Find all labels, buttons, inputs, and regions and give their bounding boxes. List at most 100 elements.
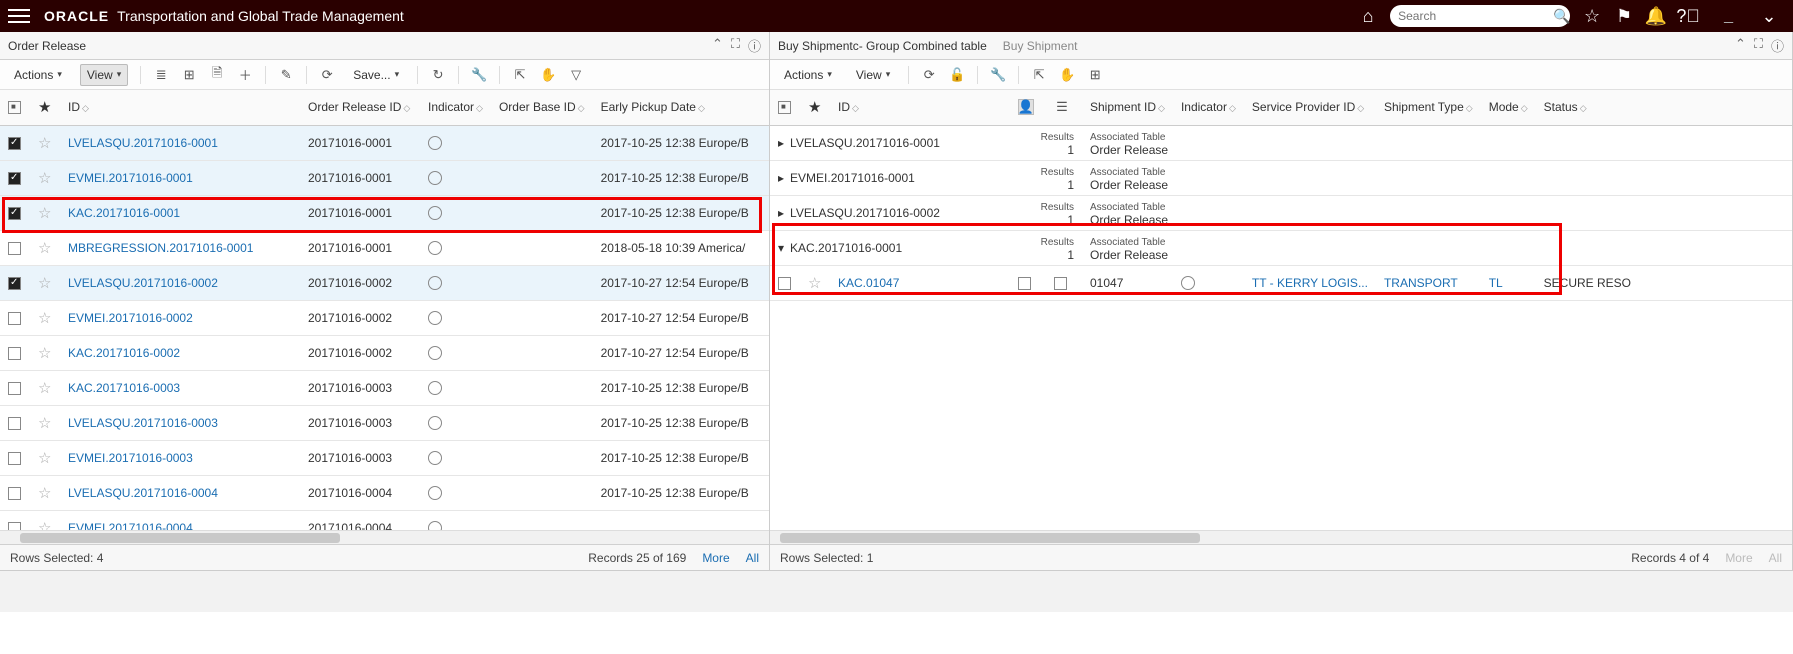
add-icon[interactable]: ＋ bbox=[237, 67, 253, 83]
info-icon[interactable]: ⓘ bbox=[1771, 36, 1784, 55]
table-row[interactable]: ☆KAC.20171016-000320171016-00032017-10-2… bbox=[0, 370, 769, 405]
select-all-checkbox[interactable] bbox=[778, 101, 791, 114]
favorite-icon[interactable]: ☆ bbox=[808, 275, 821, 292]
collapse-icon[interactable]: ⌃ bbox=[1735, 36, 1746, 55]
row-checkbox[interactable] bbox=[8, 487, 21, 500]
row-id-link[interactable]: LVELASQU.20171016-0003 bbox=[68, 416, 218, 430]
table-row[interactable]: ☆EVMEI.20171016-000220171016-00022017-10… bbox=[0, 300, 769, 335]
actions-menu[interactable]: Actions bbox=[8, 65, 68, 85]
expand-icon[interactable]: ▾ bbox=[778, 241, 784, 255]
detach-icon[interactable]: ⛶ bbox=[1754, 36, 1763, 55]
col-shipment-type[interactable]: Shipment Type◇ bbox=[1376, 90, 1481, 125]
table-row[interactable]: ☆LVELASQU.20171016-000320171016-00032017… bbox=[0, 405, 769, 440]
row-id-link[interactable]: LVELASQU.20171016-0001 bbox=[68, 136, 218, 150]
home-icon[interactable]: ⌂ bbox=[1356, 4, 1380, 28]
row-checkbox[interactable] bbox=[778, 277, 791, 290]
favorite-icon[interactable]: ☆ bbox=[38, 240, 51, 257]
row-id-link[interactable]: EVMEI.20171016-0001 bbox=[68, 171, 193, 185]
grid-icon[interactable]: ⊞ bbox=[1087, 67, 1103, 83]
col-indicator[interactable]: Indicator◇ bbox=[1173, 90, 1244, 125]
view-menu[interactable]: View bbox=[850, 65, 896, 85]
format-icon[interactable]: ≣ bbox=[153, 67, 169, 83]
table-row[interactable]: ☆KAC.0104701047TT - KERRY LOGIS...TRANSP… bbox=[770, 265, 1792, 300]
col-service-provider[interactable]: Service Provider ID◇ bbox=[1244, 90, 1376, 125]
favorites-icon[interactable]: ☆ bbox=[1580, 4, 1604, 28]
hand-icon[interactable]: ✋ bbox=[1059, 67, 1075, 83]
favorite-icon[interactable]: ☆ bbox=[38, 520, 51, 531]
row-id-link[interactable]: KAC.20171016-0002 bbox=[68, 346, 180, 360]
favorite-icon[interactable]: ☆ bbox=[38, 310, 51, 327]
col-mode[interactable]: Mode◇ bbox=[1481, 90, 1536, 125]
table-row[interactable]: ☆LVELASQU.20171016-000220171016-00022017… bbox=[0, 265, 769, 300]
favorite-icon[interactable]: ☆ bbox=[38, 450, 51, 467]
table-row[interactable]: ☆KAC.20171016-000220171016-00022017-10-2… bbox=[0, 335, 769, 370]
row-checkbox[interactable] bbox=[8, 172, 21, 185]
row-checkbox[interactable] bbox=[8, 347, 21, 360]
table-row[interactable]: ☆LVELASQU.20171016-000120171016-00012017… bbox=[0, 125, 769, 160]
group-row[interactable]: ▾KAC.20171016-0001Results1Associated Tab… bbox=[770, 230, 1792, 265]
row-checkbox[interactable] bbox=[8, 207, 21, 220]
save-menu[interactable]: Save... bbox=[347, 65, 405, 85]
favorite-col[interactable]: ★ bbox=[38, 99, 51, 116]
select-all-checkbox[interactable] bbox=[8, 101, 21, 114]
view-menu[interactable]: View bbox=[80, 64, 128, 86]
row-id-link[interactable]: MBREGRESSION.20171016-0001 bbox=[68, 241, 253, 255]
table-row[interactable]: ☆EVMEI.20171016-000420171016-0004 bbox=[0, 510, 769, 530]
refresh-icon[interactable]: ⟳ bbox=[921, 67, 937, 83]
edit-icon[interactable]: ✎ bbox=[278, 67, 294, 83]
col-indicator[interactable]: Indicator◇ bbox=[420, 90, 491, 125]
row-id-link[interactable]: LVELASQU.20171016-0004 bbox=[68, 486, 218, 500]
global-search[interactable]: 🔍 bbox=[1390, 5, 1570, 27]
row-id-link[interactable]: KAC.01047 bbox=[838, 276, 899, 290]
nav-menu-icon[interactable] bbox=[8, 5, 30, 27]
row-id-link[interactable]: EVMEI.20171016-0003 bbox=[68, 451, 193, 465]
favorite-icon[interactable]: ☆ bbox=[38, 345, 51, 362]
row-checkbox[interactable] bbox=[8, 277, 21, 290]
table-row[interactable]: ☆EVMEI.20171016-000320171016-00032017-10… bbox=[0, 440, 769, 475]
row-id-link[interactable]: EVMEI.20171016-0004 bbox=[68, 521, 193, 531]
favorite-icon[interactable]: ☆ bbox=[38, 205, 51, 222]
group-by-list-icon[interactable]: ☰ bbox=[1054, 99, 1070, 115]
favorite-icon[interactable]: ☆ bbox=[38, 275, 51, 292]
row-id-link[interactable]: EVMEI.20171016-0002 bbox=[68, 311, 193, 325]
favorite-col[interactable]: ★ bbox=[808, 99, 821, 116]
table-row[interactable]: ☆MBREGRESSION.20171016-000120171016-0001… bbox=[0, 230, 769, 265]
info-icon[interactable]: ⓘ bbox=[748, 36, 761, 55]
table-row[interactable]: ☆LVELASQU.20171016-000420171016-00042017… bbox=[0, 475, 769, 510]
row-checkbox[interactable] bbox=[8, 242, 21, 255]
favorite-icon[interactable]: ☆ bbox=[38, 170, 51, 187]
hand-icon[interactable]: ✋ bbox=[540, 67, 556, 83]
col-shipment-id[interactable]: Shipment ID◇ bbox=[1082, 90, 1173, 125]
notifications-icon[interactable]: 🔔 bbox=[1644, 4, 1668, 28]
right-tab-buy-shipment[interactable]: Buy Shipment bbox=[1003, 39, 1078, 53]
row-id-link[interactable]: KAC.20171016-0003 bbox=[68, 381, 180, 395]
detach-icon[interactable]: ⛶ bbox=[731, 36, 740, 55]
more-link[interactable]: More bbox=[702, 551, 729, 565]
row-id-link[interactable]: LVELASQU.20171016-0002 bbox=[68, 276, 218, 290]
favorite-icon[interactable]: ☆ bbox=[38, 135, 51, 152]
lock-icon[interactable]: 🔓 bbox=[949, 67, 965, 83]
favorite-icon[interactable]: ☆ bbox=[38, 415, 51, 432]
row-checkbox[interactable] bbox=[8, 417, 21, 430]
flag-checkbox[interactable] bbox=[1018, 277, 1031, 290]
mode-link[interactable]: TL bbox=[1489, 276, 1503, 290]
freeze-icon[interactable]: ⊞ bbox=[181, 67, 197, 83]
row-checkbox[interactable] bbox=[8, 522, 21, 530]
expand-icon[interactable]: ▸ bbox=[778, 171, 784, 185]
group-row[interactable]: ▸LVELASQU.20171016-0002Results1Associate… bbox=[770, 195, 1792, 230]
wrench-icon[interactable]: 🔧 bbox=[990, 67, 1006, 83]
row-checkbox[interactable] bbox=[8, 312, 21, 325]
refresh-icon[interactable]: ⟳ bbox=[319, 67, 335, 83]
col-order-base-id[interactable]: Order Base ID◇ bbox=[491, 90, 593, 125]
row-checkbox[interactable] bbox=[8, 137, 21, 150]
table-row[interactable]: ☆KAC.20171016-000120171016-00012017-10-2… bbox=[0, 195, 769, 230]
expand-icon[interactable]: ▸ bbox=[778, 136, 784, 150]
row-checkbox[interactable] bbox=[8, 452, 21, 465]
provider-link[interactable]: TT - KERRY LOGIS... bbox=[1252, 276, 1368, 290]
row-id-link[interactable]: KAC.20171016-0001 bbox=[68, 206, 180, 220]
col-order-release-id[interactable]: Order Release ID◇ bbox=[300, 90, 420, 125]
left-hscroll[interactable] bbox=[0, 530, 769, 544]
expand-icon[interactable]: ⌄ bbox=[1757, 4, 1781, 28]
expand-icon[interactable]: ▸ bbox=[778, 206, 784, 220]
export-icon[interactable]: ⇱ bbox=[512, 67, 528, 83]
